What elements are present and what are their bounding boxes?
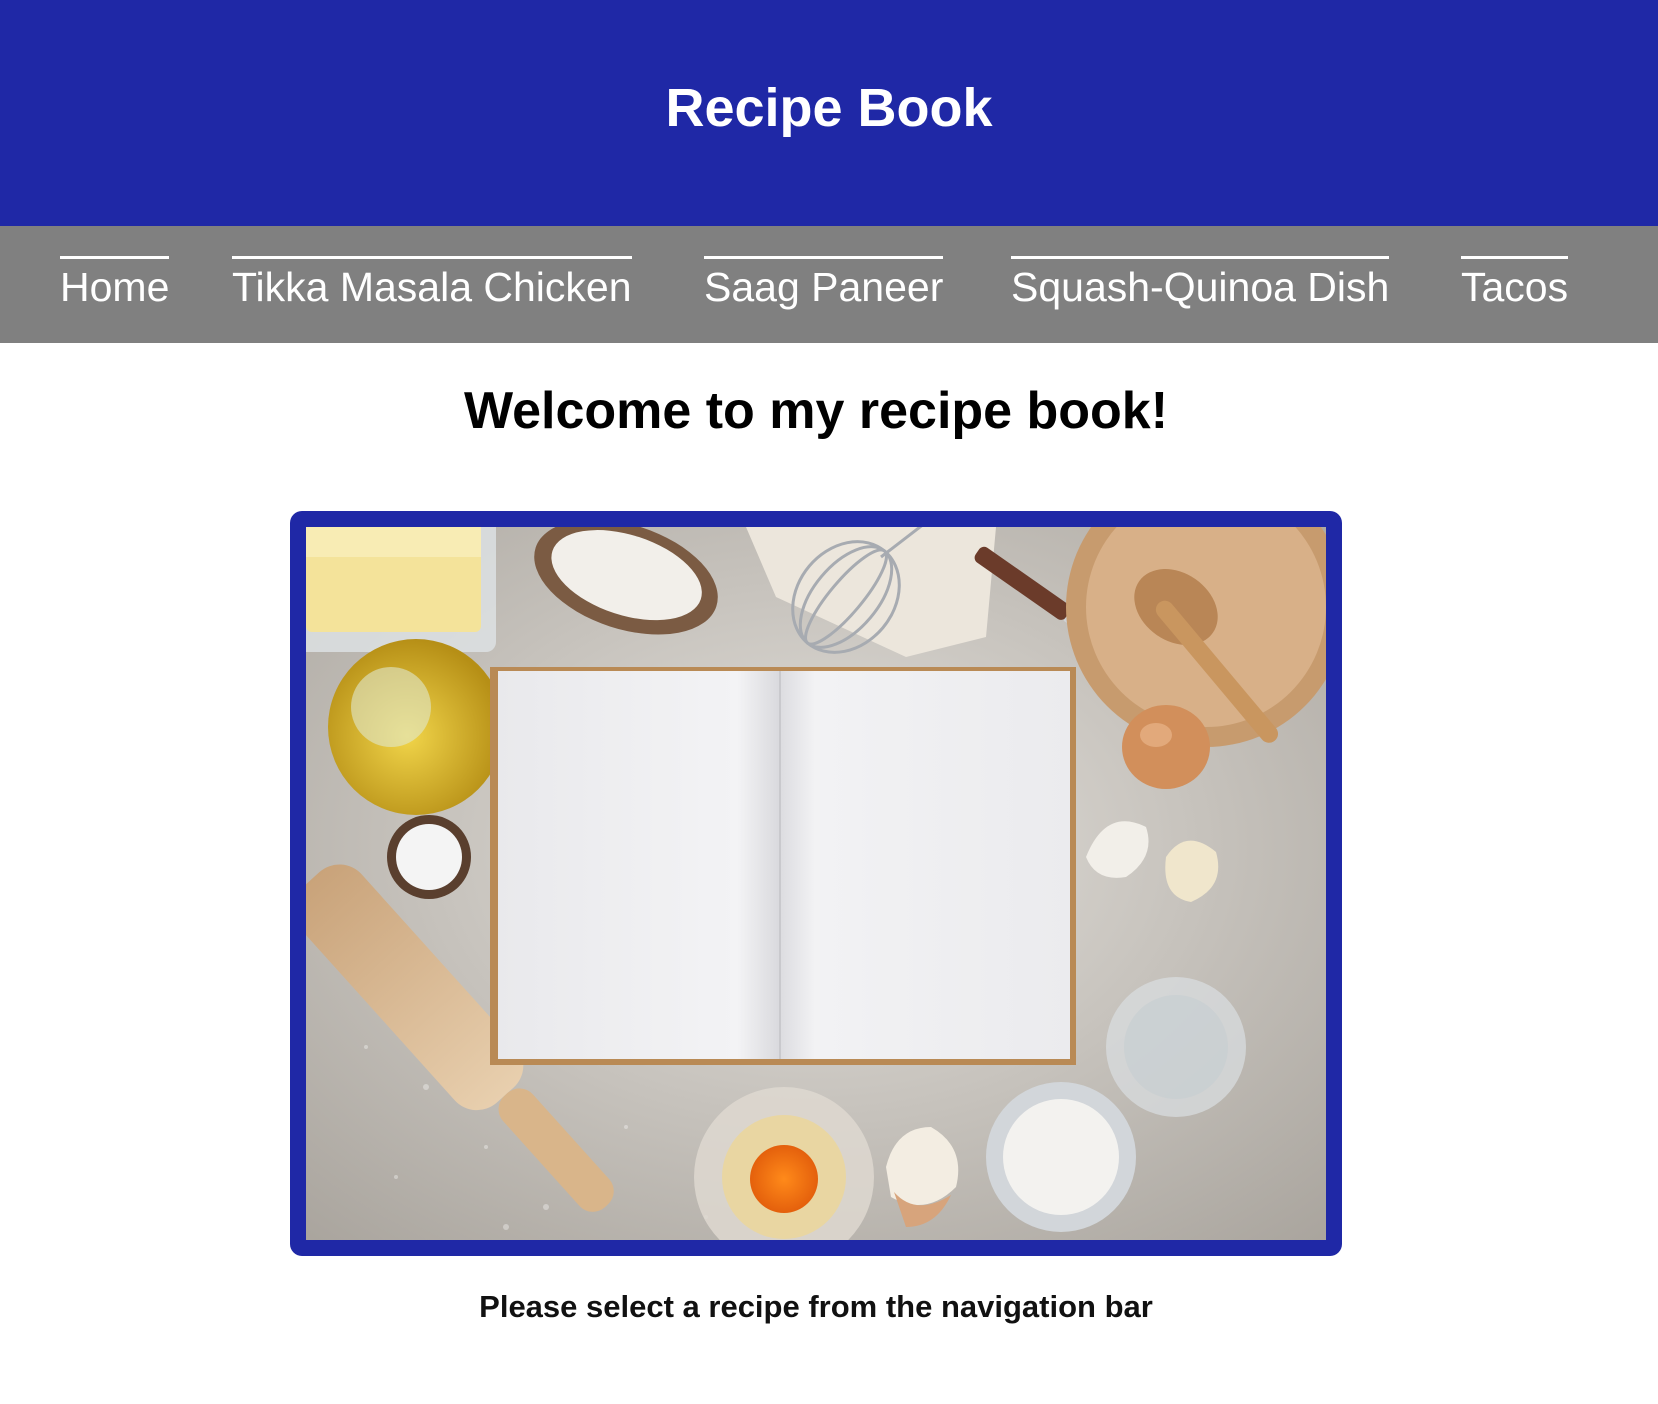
welcome-heading: Welcome to my recipe book!: [463, 382, 1169, 440]
hero-image-frame: [290, 511, 1342, 1256]
hero-image: [306, 527, 1326, 1240]
site-header: Recipe Book: [0, 0, 1658, 226]
nav-link-tacos[interactable]: Tacos: [1461, 256, 1569, 311]
select-recipe-prompt: Please select a recipe from the navigati…: [479, 1289, 1153, 1324]
site-title: Recipe Book: [665, 78, 993, 138]
nav-link-saag-paneer[interactable]: Saag Paneer: [704, 256, 944, 311]
nav-link-squash-quinoa-dish[interactable]: Squash-Quinoa Dish: [1011, 256, 1390, 311]
nav-link-tikka-masala-chicken[interactable]: Tikka Masala Chicken: [232, 256, 632, 311]
nav-bar: Home Tikka Masala Chicken Saag Paneer Sq…: [0, 226, 1658, 343]
nav-link-home[interactable]: Home: [60, 256, 170, 311]
